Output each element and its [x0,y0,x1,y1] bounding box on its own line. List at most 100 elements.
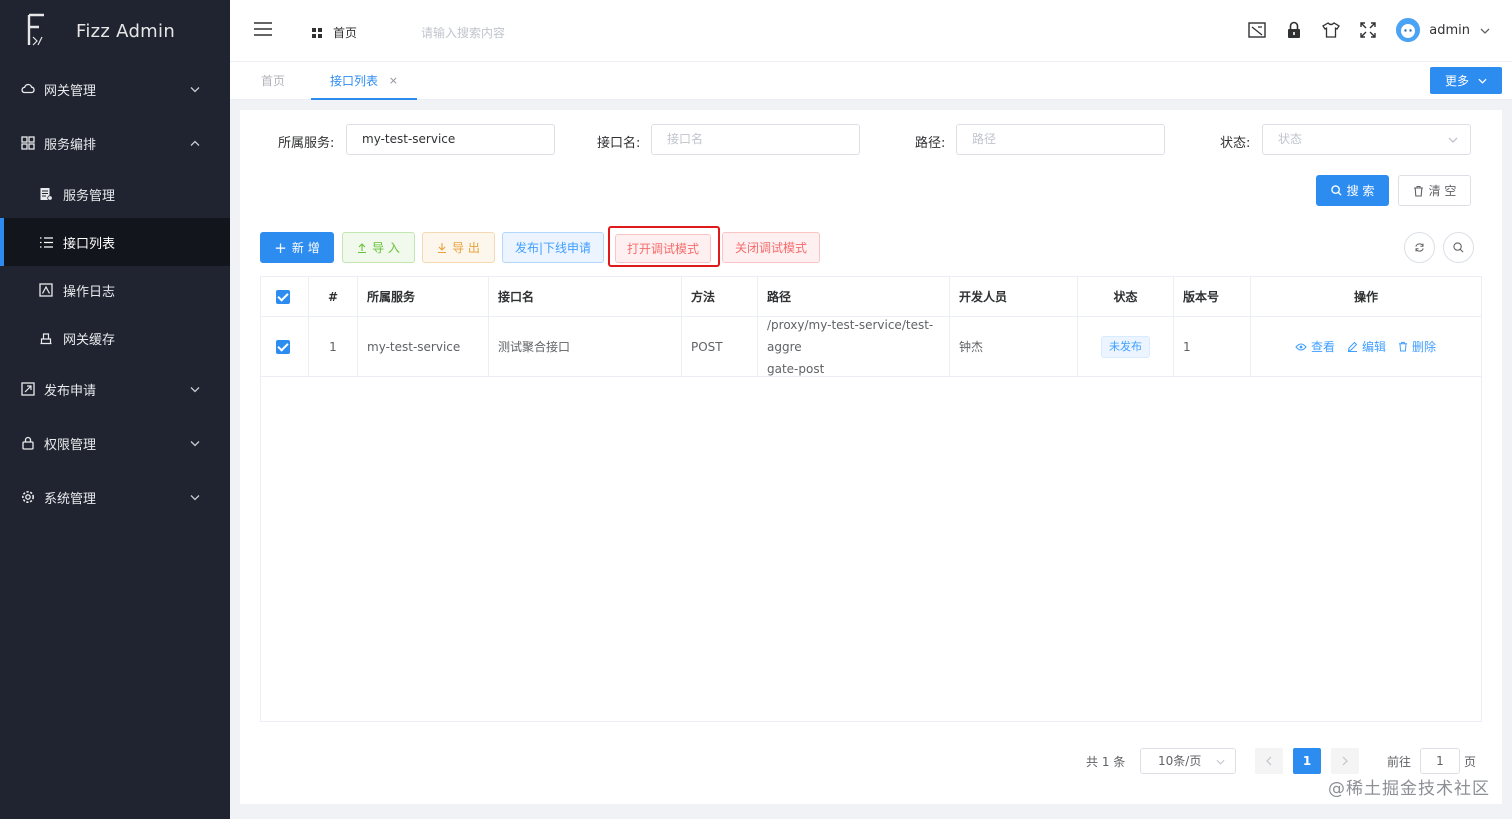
logo[interactable]: Fizz Admin [0,0,230,62]
log-icon [38,282,54,298]
sidebar-item-label: 网关管理 [44,83,97,99]
avatar-icon [1396,18,1421,42]
path-filter-label: 路径: [915,136,946,151]
fullscreen-icon[interactable] [1358,20,1378,40]
goto-page-input[interactable]: 1 [1420,748,1460,774]
chevron-down-icon [1478,78,1487,84]
header-search-input[interactable]: 请输入搜索内容 [421,24,505,41]
view-button[interactable]: 查看 [1295,336,1335,358]
toggle-search-button[interactable] [1443,232,1474,263]
sidebar-item-orchestration[interactable]: 服务编排 [0,116,230,170]
import-button[interactable]: 导 入 [342,232,415,263]
chevron-down-icon [190,436,200,451]
api-name-filter-input[interactable]: 接口名 [651,124,860,155]
cell-path: /proxy/my-test-service/test-aggre gate-p… [767,317,947,376]
sidebar-item-label: 网关缓存 [63,332,116,348]
chevron-down-icon [190,490,200,505]
row-checkbox[interactable] [276,317,290,376]
breadcrumb-home: 首页 [333,26,358,40]
status-filter-label: 状态: [1220,136,1251,151]
col-divider [488,277,489,376]
cell-developer: 钟杰 [959,339,984,354]
next-page-button[interactable] [1331,748,1359,774]
breadcrumb[interactable]: 首页 [312,24,357,41]
trash-icon [1413,185,1423,197]
grid-icon [20,135,36,151]
row-divider [261,376,1481,377]
tab-label: 接口列表 [330,74,379,88]
cell-api-name: 测试聚合接口 [498,339,571,354]
tab-api-list[interactable]: 接口列表 × [311,62,417,100]
export-button[interactable]: 导 出 [422,232,495,263]
trash-icon [1398,341,1408,352]
col-divider [757,277,758,376]
add-button[interactable]: + 新 增 [260,232,334,263]
close-icon[interactable]: × [389,62,398,100]
clear-button[interactable]: 清 空 [1398,175,1471,206]
service-filter-input[interactable]: my-test-service [346,124,555,155]
menu-toggle-icon[interactable] [254,22,272,39]
lock-icon [20,435,36,451]
sidebar-item-permission[interactable]: 权限管理 [0,416,230,470]
sidebar-item-label: 系统管理 [44,491,97,507]
page-unit-label: 页 [1464,754,1477,769]
document-icon [38,186,54,202]
search-button[interactable]: 搜 索 [1316,175,1389,206]
sidebar-item-label: 权限管理 [44,437,97,453]
col-header-status: 状态 [1078,277,1173,316]
gear-icon [20,489,36,505]
cell-path-line: gate-post [767,361,825,376]
page-size-select[interactable]: 10条/页 [1140,748,1236,774]
fizz-logo-icon [27,13,44,46]
eye-icon [1295,343,1307,350]
prev-page-button[interactable] [1255,748,1283,774]
cache-icon [38,330,54,346]
page-number-current[interactable]: 1 [1293,748,1321,774]
status-filter-select[interactable]: 状态 [1262,124,1471,155]
chevron-up-icon [190,136,200,151]
theme-skin-icon[interactable] [1321,20,1341,40]
sidebar-item-publish-request[interactable]: 发布申请 [0,362,230,416]
list-icon [38,234,54,250]
checkbox-checked-icon [276,339,290,354]
disable-debug-button[interactable]: 关闭调试模式 [722,232,820,263]
avatar[interactable] [1396,18,1421,42]
path-filter-input[interactable]: 路径 [956,124,1165,155]
sidebar-item-service-manage[interactable]: 服务管理 [0,170,230,218]
status-filter-placeholder: 状态 [1278,132,1303,146]
refresh-icon [1415,243,1424,252]
publish-request-button[interactable]: 发布|下线申请 [502,232,604,263]
lock-screen-icon[interactable] [1284,20,1304,40]
delete-label: 删除 [1412,339,1437,354]
sidebar-item-system[interactable]: 系统管理 [0,470,230,524]
sidebar-item-label: 接口列表 [63,236,116,252]
top-header: 首页 请输入搜索内容 admin [230,0,1512,62]
edit-button[interactable]: 编辑 [1347,336,1386,358]
sidebar-item-label: 服务管理 [63,188,116,204]
chevron-down-icon[interactable] [1480,23,1490,37]
tab-home[interactable]: 首页 [261,62,285,100]
edit-label: 编辑 [1362,339,1387,354]
screen-icon[interactable] [1247,20,1267,40]
delete-button[interactable]: 删除 [1398,336,1436,358]
select-all-checkbox[interactable] [276,277,290,316]
cloud-icon [20,81,36,97]
service-filter-label: 所属服务: [278,136,335,151]
edit-icon [1347,341,1358,352]
col-divider [681,277,682,376]
chevron-down-icon [1448,125,1458,154]
goto-label: 前往 [1387,754,1412,769]
sidebar-item-gateway[interactable]: 网关管理 [0,62,230,116]
more-button[interactable]: 更多 [1430,67,1502,94]
sidebar-item-operation-log[interactable]: 操作日志 [0,266,230,314]
plus-icon: + [274,238,287,257]
sidebar-item-label: 发布申请 [44,383,97,399]
sidebar-item-api-list[interactable]: 接口列表 [0,218,230,266]
publish-icon [20,381,36,397]
pagination-total: 共 1 条 [1086,754,1126,769]
refresh-button[interactable] [1404,232,1435,263]
search-label: 搜 索 [1346,184,1375,198]
user-name[interactable]: admin [1429,23,1470,38]
header-toolbar: admin [1230,18,1490,42]
sidebar-item-gateway-cache[interactable]: 网关缓存 [0,314,230,362]
